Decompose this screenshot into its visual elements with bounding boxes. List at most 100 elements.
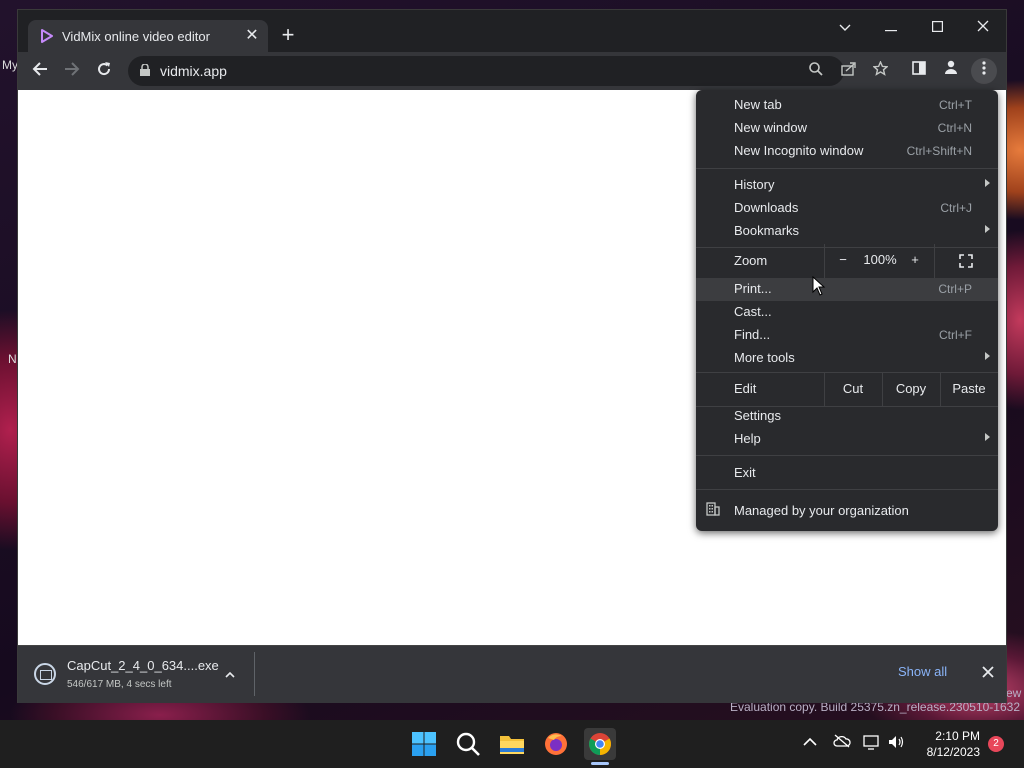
close-icon[interactable] xyxy=(968,15,998,41)
menu-shortcut: Ctrl+N xyxy=(937,121,972,135)
system-clock[interactable]: 2:10 PM 8/12/2023 xyxy=(918,728,980,760)
menu-item-label: New tab xyxy=(734,97,782,112)
menu-item-bookmarks[interactable]: Bookmarks xyxy=(696,220,998,243)
cloud-offline-icon[interactable] xyxy=(832,734,852,754)
show-all-button[interactable]: Show all xyxy=(898,664,947,679)
menu-item-print[interactable]: Print... Ctrl+P xyxy=(696,278,998,301)
kebab-menu-icon[interactable] xyxy=(971,58,997,84)
download-status: 546/617 MB, 4 secs left xyxy=(67,679,172,690)
share-icon[interactable] xyxy=(838,61,858,81)
paste-button[interactable]: Paste xyxy=(940,381,998,396)
menu-divider xyxy=(696,168,998,169)
menu-item-label: Help xyxy=(734,431,761,446)
reload-icon[interactable] xyxy=(91,58,117,84)
zoom-in-button[interactable]: + xyxy=(906,252,924,267)
chrome-main-menu: New tab Ctrl+T New window Ctrl+N New Inc… xyxy=(696,90,998,531)
menu-shortcut: Ctrl+F xyxy=(939,328,972,342)
menu-item-more-tools[interactable]: More tools xyxy=(696,347,998,370)
submenu-arrow-icon xyxy=(985,352,990,360)
mouse-pointer-icon xyxy=(812,276,826,296)
volume-icon[interactable] xyxy=(886,734,906,754)
zoom-label: Zoom xyxy=(734,253,768,268)
menu-item-label: Bookmarks xyxy=(734,223,800,238)
installer-file-icon[interactable] xyxy=(34,663,56,685)
cut-button[interactable]: Cut xyxy=(824,381,882,396)
submenu-arrow-icon xyxy=(985,433,990,441)
menu-item-label: Find... xyxy=(734,327,771,342)
menu-item-label: Cast... xyxy=(734,304,772,319)
menu-zoom-row: Zoom − 100% + xyxy=(696,244,998,278)
menu-item-new-window[interactable]: New window Ctrl+N xyxy=(696,117,998,140)
menu-edit-row: Edit Cut Copy Paste xyxy=(696,372,998,406)
windows-start-icon[interactable] xyxy=(408,728,440,760)
close-icon[interactable] xyxy=(978,662,998,682)
menu-divider xyxy=(696,455,998,456)
menu-shortcut: Ctrl+P xyxy=(938,282,972,296)
menu-item-label: Settings xyxy=(734,408,781,423)
menu-item-label: New window xyxy=(734,120,807,135)
search-icon[interactable] xyxy=(452,728,484,760)
plus-icon[interactable]: + xyxy=(276,24,300,48)
zoom-level: 100% xyxy=(863,252,897,267)
submenu-arrow-icon xyxy=(985,225,990,233)
active-app-indicator xyxy=(591,762,609,765)
minimize-icon[interactable] xyxy=(876,15,906,41)
chevron-down-icon[interactable] xyxy=(830,15,860,41)
profile-icon[interactable] xyxy=(938,58,964,84)
chevron-up-icon[interactable] xyxy=(800,734,820,754)
menu-item-new-tab[interactable]: New tab Ctrl+T xyxy=(696,94,998,117)
maximize-icon[interactable] xyxy=(922,15,952,41)
firefox-icon[interactable] xyxy=(540,728,572,760)
vidmix-play-icon xyxy=(41,29,53,43)
close-icon[interactable]: ✕ xyxy=(242,26,262,46)
file-explorer-icon[interactable] xyxy=(496,728,528,760)
download-file-name[interactable]: CapCut_2_4_0_634....exe xyxy=(67,658,219,673)
menu-item-cast[interactable]: Cast... xyxy=(696,301,998,324)
watermark-fragment: ew xyxy=(1006,686,1022,700)
bookmark-star-icon[interactable] xyxy=(870,60,890,81)
clock-date: 8/12/2023 xyxy=(926,745,980,759)
menu-item-exit[interactable]: Exit xyxy=(696,462,998,485)
clock-time: 2:10 PM xyxy=(935,729,980,743)
menu-item-label: Managed by your organization xyxy=(734,503,909,518)
menu-shortcut: Ctrl+T xyxy=(939,98,972,112)
menu-item-label: Downloads xyxy=(734,200,799,215)
menu-item-label: More tools xyxy=(734,350,795,365)
desktop-icon-label[interactable]: N xyxy=(8,352,17,366)
menu-item-managed[interactable]: Managed by your organization xyxy=(696,498,998,524)
taskbar: 2:10 PM 8/12/2023 2 xyxy=(0,720,1024,768)
building-icon xyxy=(706,502,720,516)
back-arrow-icon[interactable] xyxy=(27,58,53,84)
menu-item-label: New Incognito window xyxy=(734,143,864,158)
menu-item-help[interactable]: Help xyxy=(696,428,998,451)
menu-item-label: History xyxy=(734,177,775,192)
lock-icon[interactable] xyxy=(140,64,150,76)
download-bar: CapCut_2_4_0_634....exe 546/617 MB, 4 se… xyxy=(18,645,1006,703)
menu-item-find[interactable]: Find... Ctrl+F xyxy=(696,324,998,347)
menu-item-history[interactable]: History xyxy=(696,174,998,197)
chevron-up-icon[interactable] xyxy=(220,664,240,684)
desktop-icon-label[interactable]: My xyxy=(2,58,18,72)
tab-vidmix[interactable]: VidMix online video editor ✕ xyxy=(28,20,268,52)
fullscreen-icon[interactable] xyxy=(958,254,974,268)
zoom-out-button[interactable]: − xyxy=(834,252,852,267)
notification-badge[interactable]: 2 xyxy=(988,736,1004,752)
submenu-arrow-icon xyxy=(985,179,990,187)
menu-item-downloads[interactable]: Downloads Ctrl+J xyxy=(696,197,998,220)
menu-item-settings[interactable]: Settings xyxy=(696,405,998,428)
menu-item-new-incognito-window[interactable]: New Incognito window Ctrl+Shift+N xyxy=(696,140,998,163)
divider xyxy=(254,652,255,696)
network-icon[interactable] xyxy=(862,734,882,754)
chrome-icon[interactable] xyxy=(584,728,616,760)
side-panel-icon[interactable] xyxy=(906,58,932,84)
menu-shortcut: Ctrl+Shift+N xyxy=(906,144,972,158)
browser-toolbar: vidmix.app xyxy=(18,52,1006,90)
copy-button[interactable]: Copy xyxy=(882,381,940,396)
divider xyxy=(934,244,935,278)
forward-arrow-icon[interactable] xyxy=(59,58,85,84)
tab-title: VidMix online video editor xyxy=(62,29,210,44)
menu-item-label: Exit xyxy=(734,465,756,480)
zoom-magnifier-icon[interactable] xyxy=(806,61,826,81)
address-bar[interactable]: vidmix.app xyxy=(128,56,889,86)
url-text[interactable]: vidmix.app xyxy=(160,63,227,79)
